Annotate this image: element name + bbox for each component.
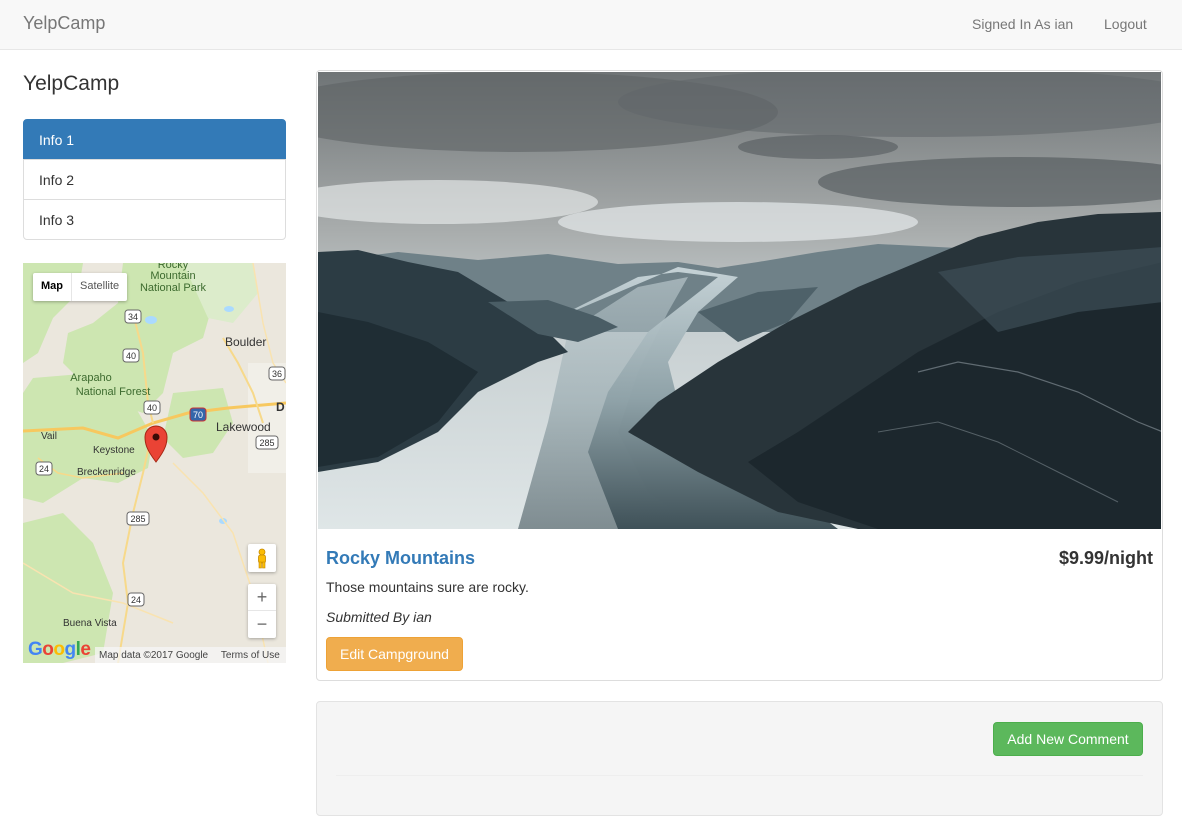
label-rmnp-3: National Park bbox=[140, 282, 207, 294]
shield-285: 285 bbox=[259, 438, 274, 448]
map-type-satellite-button[interactable]: Satellite bbox=[72, 273, 127, 301]
sidebar-item-info-2[interactable]: Info 2 bbox=[23, 159, 286, 200]
add-new-comment-button[interactable]: Add New Comment bbox=[993, 722, 1143, 756]
label-denver: D bbox=[276, 400, 285, 414]
label-buena-vista: Buena Vista bbox=[63, 618, 117, 629]
signed-in-link[interactable]: Signed In As ian bbox=[972, 16, 1073, 32]
navbar-brand[interactable]: YelpCamp bbox=[23, 13, 105, 34]
label-lakewood: Lakewood bbox=[216, 420, 271, 434]
zoom-control: + − bbox=[248, 584, 276, 638]
google-logo: Google bbox=[28, 639, 91, 660]
comments-divider bbox=[336, 775, 1143, 776]
label-arapaho-2: National Forest bbox=[76, 386, 151, 398]
shield-40: 40 bbox=[126, 351, 136, 361]
map-canvas: 34 40 40 70 36 285 24 285 24 Rocky Mount… bbox=[23, 263, 286, 663]
sidebar-list: Info 1 Info 2 Info 3 bbox=[23, 119, 286, 240]
campground-image bbox=[318, 72, 1161, 529]
label-breckenridge: Breckenridge bbox=[77, 467, 136, 478]
campground-card: Rocky Mountains $9.99/night Those mounta… bbox=[316, 70, 1163, 681]
campground-author: Submitted By ian bbox=[326, 609, 432, 625]
logout-link[interactable]: Logout bbox=[1104, 16, 1147, 32]
campground-description: Those mountains sure are rocky. bbox=[326, 579, 529, 595]
zoom-out-button[interactable]: − bbox=[248, 611, 276, 638]
comments-section: Add New Comment bbox=[316, 701, 1163, 816]
shield-34: 34 bbox=[128, 312, 138, 322]
zoom-in-button[interactable]: + bbox=[248, 584, 276, 611]
label-keystone: Keystone bbox=[93, 445, 135, 456]
label-arapaho: Arapaho bbox=[70, 372, 112, 384]
shield-36: 36 bbox=[272, 369, 282, 379]
sidebar-item-info-1[interactable]: Info 1 bbox=[23, 119, 286, 160]
sidebar-item-info-3[interactable]: Info 3 bbox=[23, 199, 286, 240]
sidebar-title: YelpCamp bbox=[23, 72, 120, 95]
pegman-icon[interactable] bbox=[248, 544, 276, 572]
campground-price: $9.99/night bbox=[1058, 548, 1153, 568]
edit-campground-button[interactable]: Edit Campground bbox=[326, 637, 463, 671]
shield-40-b: 40 bbox=[147, 403, 157, 413]
shield-285-b: 285 bbox=[130, 514, 145, 524]
map-type-control: Map Satellite bbox=[33, 273, 128, 301]
label-rmnp-2: Mountain bbox=[150, 270, 195, 282]
navbar: YelpCamp Signed In As ian Logout bbox=[0, 0, 1182, 50]
shield-70: 70 bbox=[193, 410, 203, 420]
map-attribution-bar: Map data ©2017 Google Terms of Use bbox=[95, 647, 286, 663]
map-attribution: Map data ©2017 Google bbox=[99, 650, 209, 661]
label-vail: Vail bbox=[41, 431, 57, 442]
map-type-map-button[interactable]: Map bbox=[33, 273, 72, 301]
shield-24: 24 bbox=[39, 464, 49, 474]
shield-24-b: 24 bbox=[131, 595, 141, 605]
label-boulder: Boulder bbox=[225, 335, 266, 349]
google-map[interactable]: 34 40 40 70 36 285 24 285 24 Rocky Mount… bbox=[23, 263, 286, 663]
campground-name-link[interactable]: Rocky Mountains bbox=[326, 548, 475, 569]
terms-of-use-link[interactable]: Terms of Use bbox=[221, 650, 280, 661]
